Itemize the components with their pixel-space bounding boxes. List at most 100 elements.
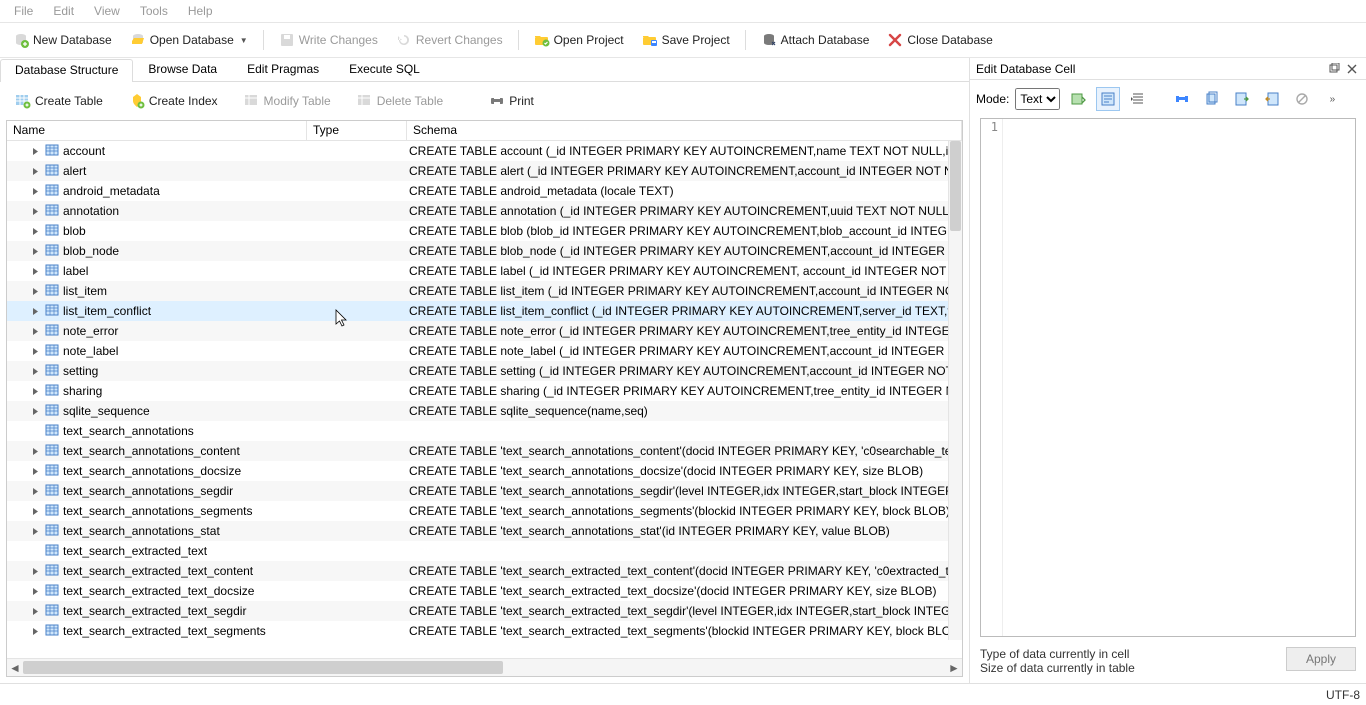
revert-changes-icon [396, 32, 412, 48]
table-name: label [63, 264, 88, 278]
tree-row[interactable]: text_search_extracted_text_contentCREATE… [7, 561, 950, 581]
tree-row[interactable]: sharingCREATE TABLE sharing (_id INTEGER… [7, 381, 950, 401]
table-name: text_search_extracted_text_segments [63, 624, 266, 638]
expand-icon[interactable] [29, 265, 41, 277]
create-table-button[interactable]: Create Table [6, 88, 112, 114]
table-icon [45, 243, 59, 260]
tree-vertical-scrollbar[interactable] [948, 141, 962, 640]
tree-header-name[interactable]: Name [7, 121, 307, 140]
open-database-button[interactable]: Open Database ▼ [121, 27, 257, 53]
tab-edit-pragmas[interactable]: Edit Pragmas [232, 58, 334, 81]
panel-overflow-icon[interactable]: » [1320, 87, 1344, 111]
menu-help[interactable]: Help [178, 2, 223, 20]
tree-row[interactable]: settingCREATE TABLE setting (_id INTEGER… [7, 361, 950, 381]
expand-icon[interactable] [29, 245, 41, 257]
export-cell-icon[interactable] [1230, 87, 1254, 111]
tree-row[interactable]: text_search_annotations_segdirCREATE TAB… [7, 481, 950, 501]
expand-icon[interactable] [29, 165, 41, 177]
tree-row[interactable]: accountCREATE TABLE account (_id INTEGER… [7, 141, 950, 161]
expand-icon[interactable] [29, 285, 41, 297]
expand-icon[interactable] [29, 345, 41, 357]
tree-row[interactable]: list_item_conflictCREATE TABLE list_item… [7, 301, 950, 321]
tree-row[interactable]: text_search_annotations_docsizeCREATE TA… [7, 461, 950, 481]
create-index-button[interactable]: Create Index [120, 88, 227, 114]
panel-float-icon[interactable] [1326, 61, 1342, 77]
tree-horizontal-scrollbar[interactable]: ◄ ► [7, 658, 962, 676]
tree-row[interactable]: text_search_annotations_statCREATE TABLE… [7, 521, 950, 541]
tab-execute-sql[interactable]: Execute SQL [334, 58, 435, 81]
tab-browse-data[interactable]: Browse Data [133, 58, 232, 81]
tree-row[interactable]: annotationCREATE TABLE annotation (_id I… [7, 201, 950, 221]
close-database-button[interactable]: Close Database [878, 27, 1001, 53]
apply-button[interactable]: Apply [1286, 647, 1356, 671]
expand-icon[interactable] [29, 505, 41, 517]
open-database-dropdown-icon[interactable]: ▼ [240, 36, 248, 45]
tree-header-type[interactable]: Type [307, 121, 407, 140]
table-icon [45, 463, 59, 480]
tree-row[interactable]: note_labelCREATE TABLE note_label (_id I… [7, 341, 950, 361]
import-cell-icon[interactable] [1260, 87, 1284, 111]
tree-row[interactable]: blobCREATE TABLE blob (blob_id INTEGER P… [7, 221, 950, 241]
expand-icon[interactable] [29, 565, 41, 577]
expand-icon[interactable] [29, 205, 41, 217]
panel-toolbar: Mode: Text » [970, 80, 1366, 118]
save-project-button[interactable]: Save Project [633, 27, 739, 53]
expand-icon[interactable] [29, 625, 41, 637]
expand-icon[interactable] [29, 405, 41, 417]
expand-icon[interactable] [29, 385, 41, 397]
tab-database-structure[interactable]: Database Structure [0, 59, 133, 82]
expand-icon[interactable] [29, 365, 41, 377]
scroll-right-icon[interactable]: ► [946, 661, 962, 675]
tree-row[interactable]: text_search_extracted_text [7, 541, 950, 561]
tree-row[interactable]: android_metadataCREATE TABLE android_met… [7, 181, 950, 201]
expand-icon[interactable] [29, 485, 41, 497]
tree-row[interactable]: blob_nodeCREATE TABLE blob_node (_id INT… [7, 241, 950, 261]
cell-editor[interactable]: 1 [980, 118, 1356, 637]
tree-row[interactable]: alertCREATE TABLE alert (_id INTEGER PRI… [7, 161, 950, 181]
expand-icon[interactable] [29, 225, 41, 237]
expand-icon[interactable] [29, 585, 41, 597]
footer-type-text: Type of data currently in cell [980, 647, 1286, 661]
scrollbar-thumb[interactable] [950, 141, 961, 231]
expand-icon[interactable] [29, 465, 41, 477]
expand-icon[interactable] [29, 325, 41, 337]
expand-icon[interactable] [29, 445, 41, 457]
tree-row[interactable]: text_search_extracted_text_docsizeCREATE… [7, 581, 950, 601]
menu-edit[interactable]: Edit [43, 2, 84, 20]
indent-icon[interactable] [1126, 87, 1150, 111]
expand-icon[interactable] [29, 605, 41, 617]
tree-row[interactable]: text_search_annotations [7, 421, 950, 441]
menu-view[interactable]: View [84, 2, 130, 20]
tree-row[interactable]: text_search_annotations_contentCREATE TA… [7, 441, 950, 461]
menu-file[interactable]: File [4, 2, 43, 20]
tree-row[interactable]: text_search_annotations_segmentsCREATE T… [7, 501, 950, 521]
tree-row[interactable]: text_search_extracted_text_segmentsCREAT… [7, 621, 950, 641]
copy-cell-icon[interactable] [1200, 87, 1224, 111]
print-button[interactable]: Print [480, 88, 543, 114]
expand-icon[interactable] [29, 145, 41, 157]
attach-database-button[interactable]: Attach Database [752, 27, 879, 53]
menu-tools[interactable]: Tools [130, 2, 178, 20]
table-schema: CREATE TABLE account (_id INTEGER PRIMAR… [407, 144, 950, 158]
tree-row[interactable]: sqlite_sequenceCREATE TABLE sqlite_seque… [7, 401, 950, 421]
table-icon [45, 343, 59, 360]
expand-icon[interactable] [29, 185, 41, 197]
tree-row[interactable]: note_errorCREATE TABLE note_error (_id I… [7, 321, 950, 341]
tree-row[interactable]: labelCREATE TABLE label (_id INTEGER PRI… [7, 261, 950, 281]
mode-select[interactable]: Text [1015, 88, 1060, 110]
panel-close-icon[interactable] [1344, 61, 1360, 77]
expand-icon[interactable] [29, 305, 41, 317]
print-cell-icon[interactable] [1170, 87, 1194, 111]
open-project-button[interactable]: Open Project [525, 27, 633, 53]
tree-row[interactable]: text_search_extracted_text_segdirCREATE … [7, 601, 950, 621]
import-icon[interactable] [1066, 87, 1090, 111]
scroll-left-icon[interactable]: ◄ [7, 661, 23, 675]
table-icon [45, 483, 59, 500]
expand-icon[interactable] [29, 525, 41, 537]
new-database-button[interactable]: New Database [4, 27, 121, 53]
scrollbar-thumb[interactable] [23, 661, 503, 674]
null-cell-icon[interactable] [1290, 87, 1314, 111]
tree-header-schema[interactable]: Schema [407, 121, 962, 140]
text-mode-icon[interactable] [1096, 87, 1120, 111]
tree-row[interactable]: list_itemCREATE TABLE list_item (_id INT… [7, 281, 950, 301]
